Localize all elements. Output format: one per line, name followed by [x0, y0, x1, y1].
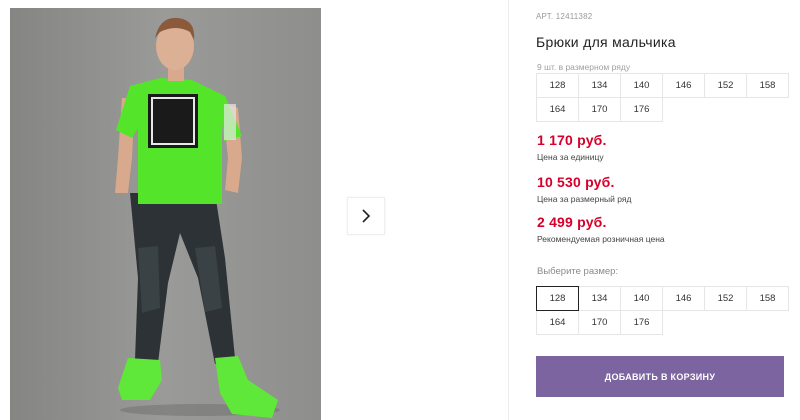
- size-picker: 128 134 140 146 152 158 164 170 176: [536, 286, 789, 335]
- size-row-cell: 152: [704, 73, 747, 98]
- chevron-right-icon: [362, 209, 371, 223]
- product-title: Брюки для мальчика: [536, 34, 676, 50]
- size-option[interactable]: 158: [746, 286, 789, 311]
- size-row-cell: 146: [662, 73, 705, 98]
- sku-value: 12411382: [555, 12, 593, 21]
- size-picker-label: Выберите размер:: [537, 266, 619, 277]
- price-row: 10 530 руб.: [537, 174, 615, 190]
- size-row-cell: 140: [620, 73, 663, 98]
- sku: АРТ. 12411382: [536, 12, 592, 21]
- size-row-cell: 128: [536, 73, 579, 98]
- sku-label: АРТ.: [536, 12, 554, 21]
- price-retail-label: Рекомендуемая розничная цена: [537, 234, 665, 244]
- size-option[interactable]: 170: [578, 310, 621, 335]
- size-option[interactable]: 146: [662, 286, 705, 311]
- size-row-note: 9 шт. в размерном ряду: [537, 62, 631, 72]
- size-option[interactable]: 152: [704, 286, 747, 311]
- add-to-cart-button[interactable]: ДОБАВИТЬ В КОРЗИНУ: [536, 356, 784, 397]
- size-row-cell: 134: [578, 73, 621, 98]
- panel-divider: [508, 0, 509, 420]
- size-row-cell: 158: [746, 73, 789, 98]
- price-retail: 2 499 руб.: [537, 214, 607, 230]
- size-option[interactable]: 164: [536, 310, 579, 335]
- product-photo[interactable]: [10, 8, 321, 420]
- price-unit: 1 170 руб.: [537, 132, 607, 148]
- size-row-cell: 164: [536, 97, 579, 122]
- size-row-cell: 176: [620, 97, 663, 122]
- size-option[interactable]: 176: [620, 310, 663, 335]
- gallery-next-button[interactable]: [347, 197, 385, 235]
- boy-figure-illustration: [115, 17, 280, 418]
- size-option[interactable]: 134: [578, 286, 621, 311]
- size-option-selected[interactable]: 128: [536, 286, 579, 311]
- size-option[interactable]: 140: [620, 286, 663, 311]
- price-unit-label: Цена за единицу: [537, 152, 604, 162]
- size-row-cell: 170: [578, 97, 621, 122]
- size-row-grid: 128 134 140 146 152 158 164 170 176: [536, 73, 789, 122]
- price-row-label: Цена за размерный ряд: [537, 194, 632, 204]
